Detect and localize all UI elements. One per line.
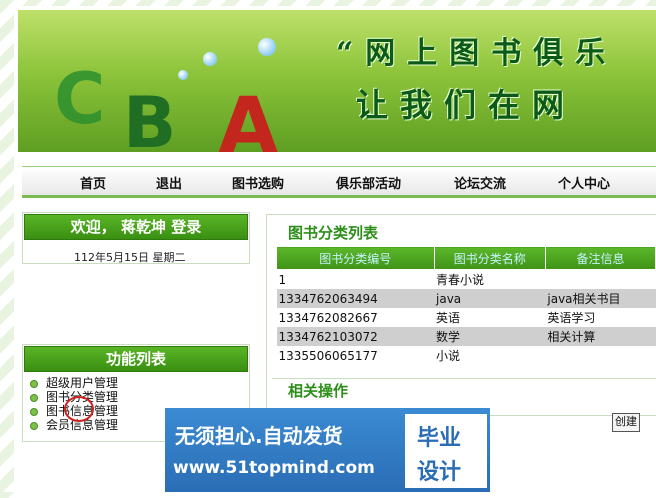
main-nav: 首页 退出 图书选购 俱乐部活动 论坛交流 个人中心: [22, 166, 656, 198]
current-date: 112年5月15日 星期二: [74, 251, 186, 264]
category-note: 相关计算: [545, 327, 656, 346]
category-note: java相关书目: [545, 289, 656, 308]
category-name: 数学: [434, 327, 546, 346]
category-name: 青春小说: [436, 273, 485, 287]
watermark-text-line1: 无须担心.自动发货: [175, 424, 343, 448]
logo-letter-decoration: C: [54, 58, 106, 140]
table-row: 1335506065177 小说: [277, 346, 656, 365]
function-list-title: 功能列表: [24, 346, 248, 372]
category-note: [545, 346, 655, 365]
site-banner: C B A “网上图书俱乐 让我们在网: [18, 10, 656, 152]
nav-club-activities[interactable]: 俱乐部活动: [336, 173, 401, 192]
column-header-id[interactable]: 图书分类编号: [276, 246, 435, 270]
category-id: 1334762082667: [278, 310, 378, 325]
bubble-decoration: [203, 52, 217, 66]
column-header-note[interactable]: 备注信息: [544, 246, 656, 270]
watermark-url: www.51topmind.com: [173, 458, 375, 478]
operations-divider: [272, 378, 656, 379]
logo-letter-decoration: A: [218, 82, 279, 152]
operations-title: 相关操作: [288, 382, 349, 400]
bubble-decoration: [258, 38, 276, 56]
cursor-highlight: [64, 396, 94, 422]
watermark-overlay: 无须担心.自动发货 www.51topmind.com 毕业 设计: [165, 408, 490, 492]
bullet-icon: [30, 393, 38, 402]
table-row: 1334762082667 英语 英语学习: [277, 308, 656, 327]
category-name: 小说: [436, 349, 461, 363]
nav-logout[interactable]: 退出: [156, 173, 182, 192]
table-row: 1 青春小说: [277, 270, 656, 290]
category-table: 图书分类编号 图书分类名称 备注信息 1 青春小说 1334762063494 …: [276, 246, 656, 365]
bullet-icon: [30, 421, 38, 430]
table-row: 1334762063494 java java相关书目: [276, 289, 656, 308]
category-id: 1: [278, 272, 287, 287]
function-item-super-user[interactable]: 超级用户管理: [30, 376, 118, 390]
logo-letter-decoration: B: [123, 82, 177, 152]
nav-personal-center[interactable]: 个人中心: [558, 173, 610, 192]
category-id: 1334762063494: [276, 289, 435, 308]
nav-book-shopping[interactable]: 图书选购: [232, 173, 284, 192]
banner-slogan-line2: 让我们在网: [356, 86, 577, 124]
category-name: 英语: [436, 311, 461, 325]
bubble-decoration: [178, 70, 188, 80]
category-list-title: 图书分类列表: [288, 224, 379, 242]
banner-slogan-line1: “网上图书俱乐: [336, 36, 618, 71]
welcome-title: 欢迎， 蒋乾坤 登录: [24, 214, 248, 240]
watermark-badge-top: 毕业: [417, 426, 462, 451]
category-note: 英语学习: [547, 311, 596, 325]
table-row: 1334762103072 数学 相关计算: [276, 327, 656, 346]
create-button[interactable]: 创建: [612, 413, 640, 432]
category-id: 1334762103072: [276, 327, 435, 346]
bullet-icon: [30, 407, 38, 416]
watermark-badge-bottom: 设计: [417, 460, 462, 485]
bullet-icon: [30, 379, 38, 388]
nav-home[interactable]: 首页: [80, 173, 106, 192]
nav-forum[interactable]: 论坛交流: [454, 173, 506, 192]
column-header-name[interactable]: 图书分类名称: [433, 246, 546, 270]
category-name: java: [434, 289, 546, 308]
category-note: [545, 270, 655, 290]
category-id: 1335506065177: [278, 348, 378, 363]
watermark-badge: 毕业 设计: [405, 414, 487, 488]
